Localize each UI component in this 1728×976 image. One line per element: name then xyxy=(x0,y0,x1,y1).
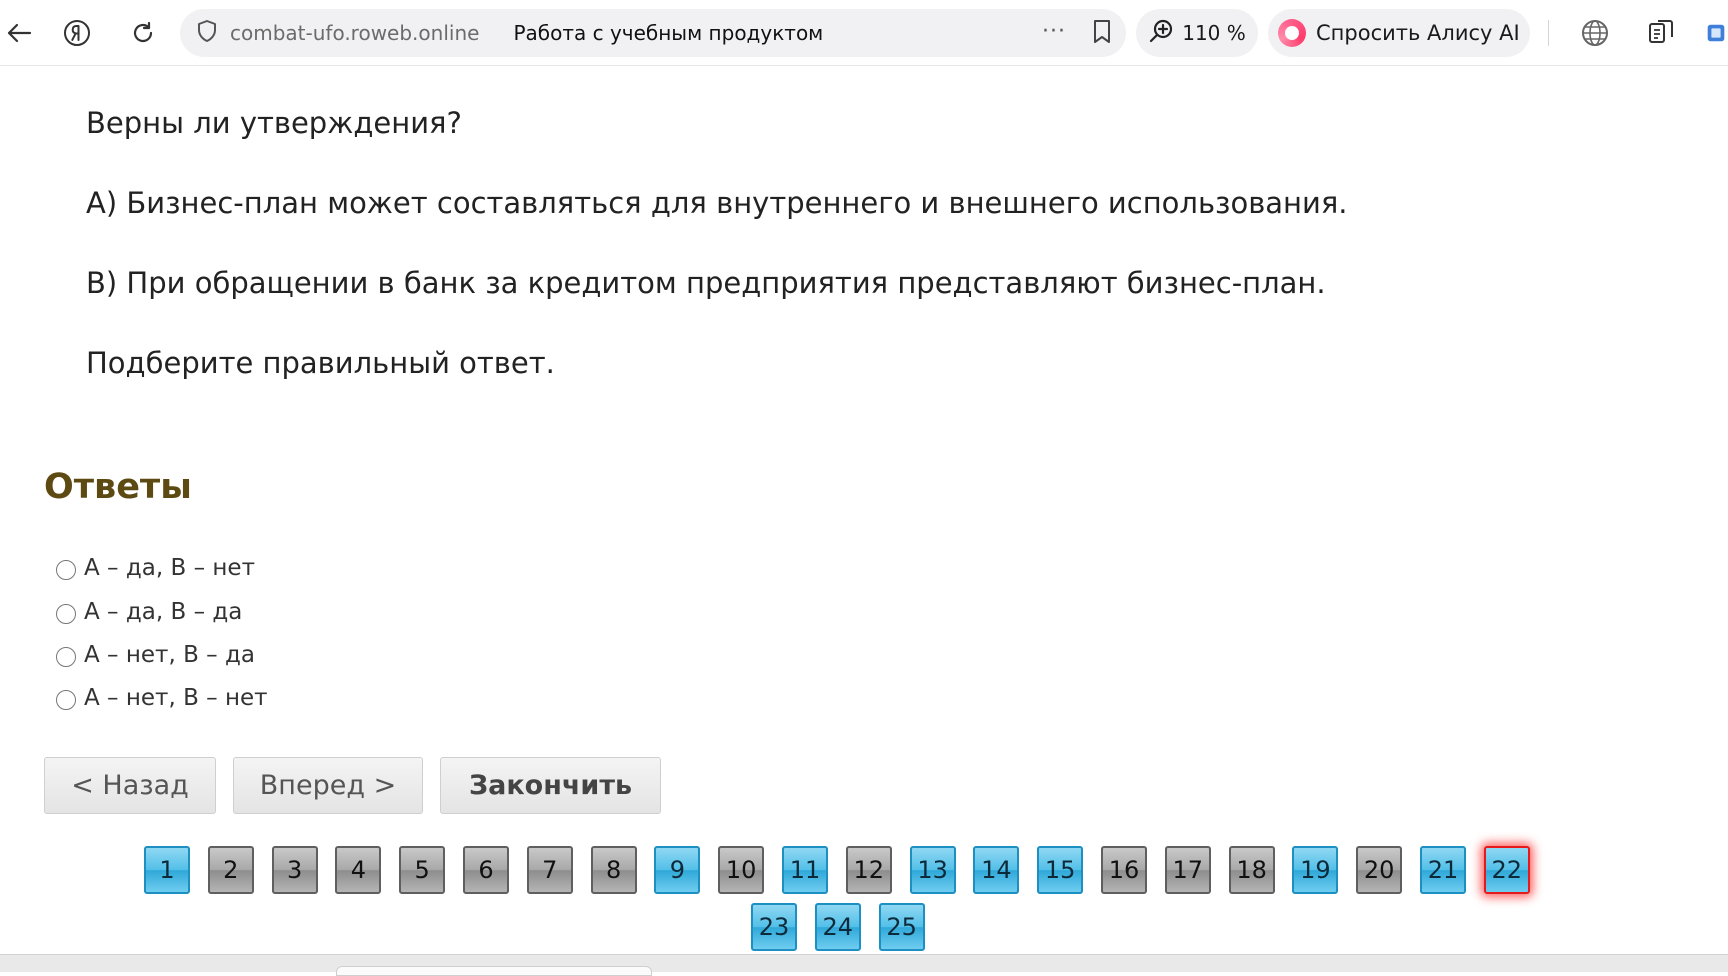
extension-icon[interactable] xyxy=(1704,14,1728,52)
question-intro: Верны ли утверждения? xyxy=(86,106,462,140)
page-content: Верны ли утверждения? А) Бизнес-план мож… xyxy=(0,66,1728,954)
back-button[interactable]: < Назад xyxy=(44,757,216,814)
address-domain: combat-ufo.roweb.online xyxy=(230,21,480,45)
toolbar-divider xyxy=(1548,20,1549,46)
address-bar[interactable]: combat-ufo.roweb.online Работа с учебным… xyxy=(180,9,1126,57)
browser-toolbar: combat-ufo.roweb.online Работа с учебным… xyxy=(0,0,1728,66)
question-number-1[interactable]: 1 xyxy=(144,846,190,894)
answer-option[interactable]: А – нет, В – да xyxy=(56,642,255,668)
question-prompt: Подберите правильный ответ. xyxy=(86,346,555,380)
question-number-12[interactable]: 12 xyxy=(845,846,892,894)
shield-icon xyxy=(196,19,218,47)
browser-bottom-bar xyxy=(0,954,1728,976)
answer-option-label[interactable]: А – да, В – нет xyxy=(84,555,255,581)
statement-b: В) При обращении в банк за кредитом пред… xyxy=(86,266,1326,300)
ask-alice-button[interactable]: Спросить Алису AI xyxy=(1268,9,1530,57)
question-number-16[interactable]: 16 xyxy=(1101,846,1147,894)
question-number-24[interactable]: 24 xyxy=(814,903,861,951)
bookmark-icon[interactable] xyxy=(1092,19,1112,49)
question-number-23[interactable]: 23 xyxy=(751,903,797,951)
zoom-icon xyxy=(1148,18,1174,49)
question-number-17[interactable]: 17 xyxy=(1164,846,1211,894)
question-number-4[interactable]: 4 xyxy=(335,846,382,894)
question-number-11[interactable]: 11 xyxy=(782,846,828,894)
question-number-20[interactable]: 20 xyxy=(1356,846,1403,894)
tab-strip-pill xyxy=(336,966,652,976)
zoom-indicator[interactable]: 110 % xyxy=(1136,9,1258,57)
back-arrow-icon[interactable] xyxy=(0,14,38,52)
answer-option-label[interactable]: А – нет, В – да xyxy=(84,642,255,668)
question-number-10[interactable]: 10 xyxy=(718,846,765,894)
question-number-18[interactable]: 18 xyxy=(1228,846,1275,894)
answer-option-label[interactable]: А – нет, В – нет xyxy=(84,685,268,711)
question-number-9[interactable]: 9 xyxy=(654,846,701,894)
more-dots-icon[interactable]: ··· xyxy=(1042,19,1066,44)
question-number-22[interactable]: 22 xyxy=(1483,846,1530,894)
answer-radio[interactable] xyxy=(56,604,76,624)
answer-option[interactable]: А – нет, В – нет xyxy=(56,685,268,711)
ask-alice-label: Спросить Алису AI xyxy=(1316,21,1520,45)
finish-button[interactable]: Закончить xyxy=(440,757,661,814)
answers-heading: Ответы xyxy=(44,467,192,507)
statement-a: А) Бизнес-план может составляться для вн… xyxy=(86,186,1348,220)
question-number-6[interactable]: 6 xyxy=(463,846,509,894)
answer-option-label[interactable]: А – да, В – да xyxy=(84,599,242,625)
forward-button[interactable]: Вперед > xyxy=(233,757,423,814)
question-number-2[interactable]: 2 xyxy=(207,846,254,894)
question-number-5[interactable]: 5 xyxy=(399,846,446,894)
reload-icon[interactable] xyxy=(124,14,162,52)
tab-page-title: Работа с учебным продуктом xyxy=(513,21,824,45)
answer-radio[interactable] xyxy=(56,560,76,580)
alice-icon xyxy=(1278,19,1306,47)
answer-radio[interactable] xyxy=(56,690,76,710)
yandex-logo-icon[interactable] xyxy=(58,14,96,52)
question-number-8[interactable]: 8 xyxy=(590,846,637,894)
question-number-21[interactable]: 21 xyxy=(1420,846,1466,894)
reader-mode-icon[interactable] xyxy=(1642,14,1680,52)
answer-option[interactable]: А – да, В – да xyxy=(56,599,242,625)
question-number-25[interactable]: 25 xyxy=(878,903,925,951)
answer-radio[interactable] xyxy=(56,647,76,667)
question-number-15[interactable]: 15 xyxy=(1037,846,1084,894)
question-number-19[interactable]: 19 xyxy=(1292,846,1339,894)
answer-option[interactable]: А – да, В – нет xyxy=(56,555,255,581)
question-number-13[interactable]: 13 xyxy=(909,846,956,894)
question-number-14[interactable]: 14 xyxy=(973,846,1020,894)
question-number-3[interactable]: 3 xyxy=(271,846,318,894)
translate-globe-icon[interactable] xyxy=(1576,14,1614,52)
question-number-7[interactable]: 7 xyxy=(526,846,573,894)
zoom-level: 110 % xyxy=(1182,21,1246,45)
